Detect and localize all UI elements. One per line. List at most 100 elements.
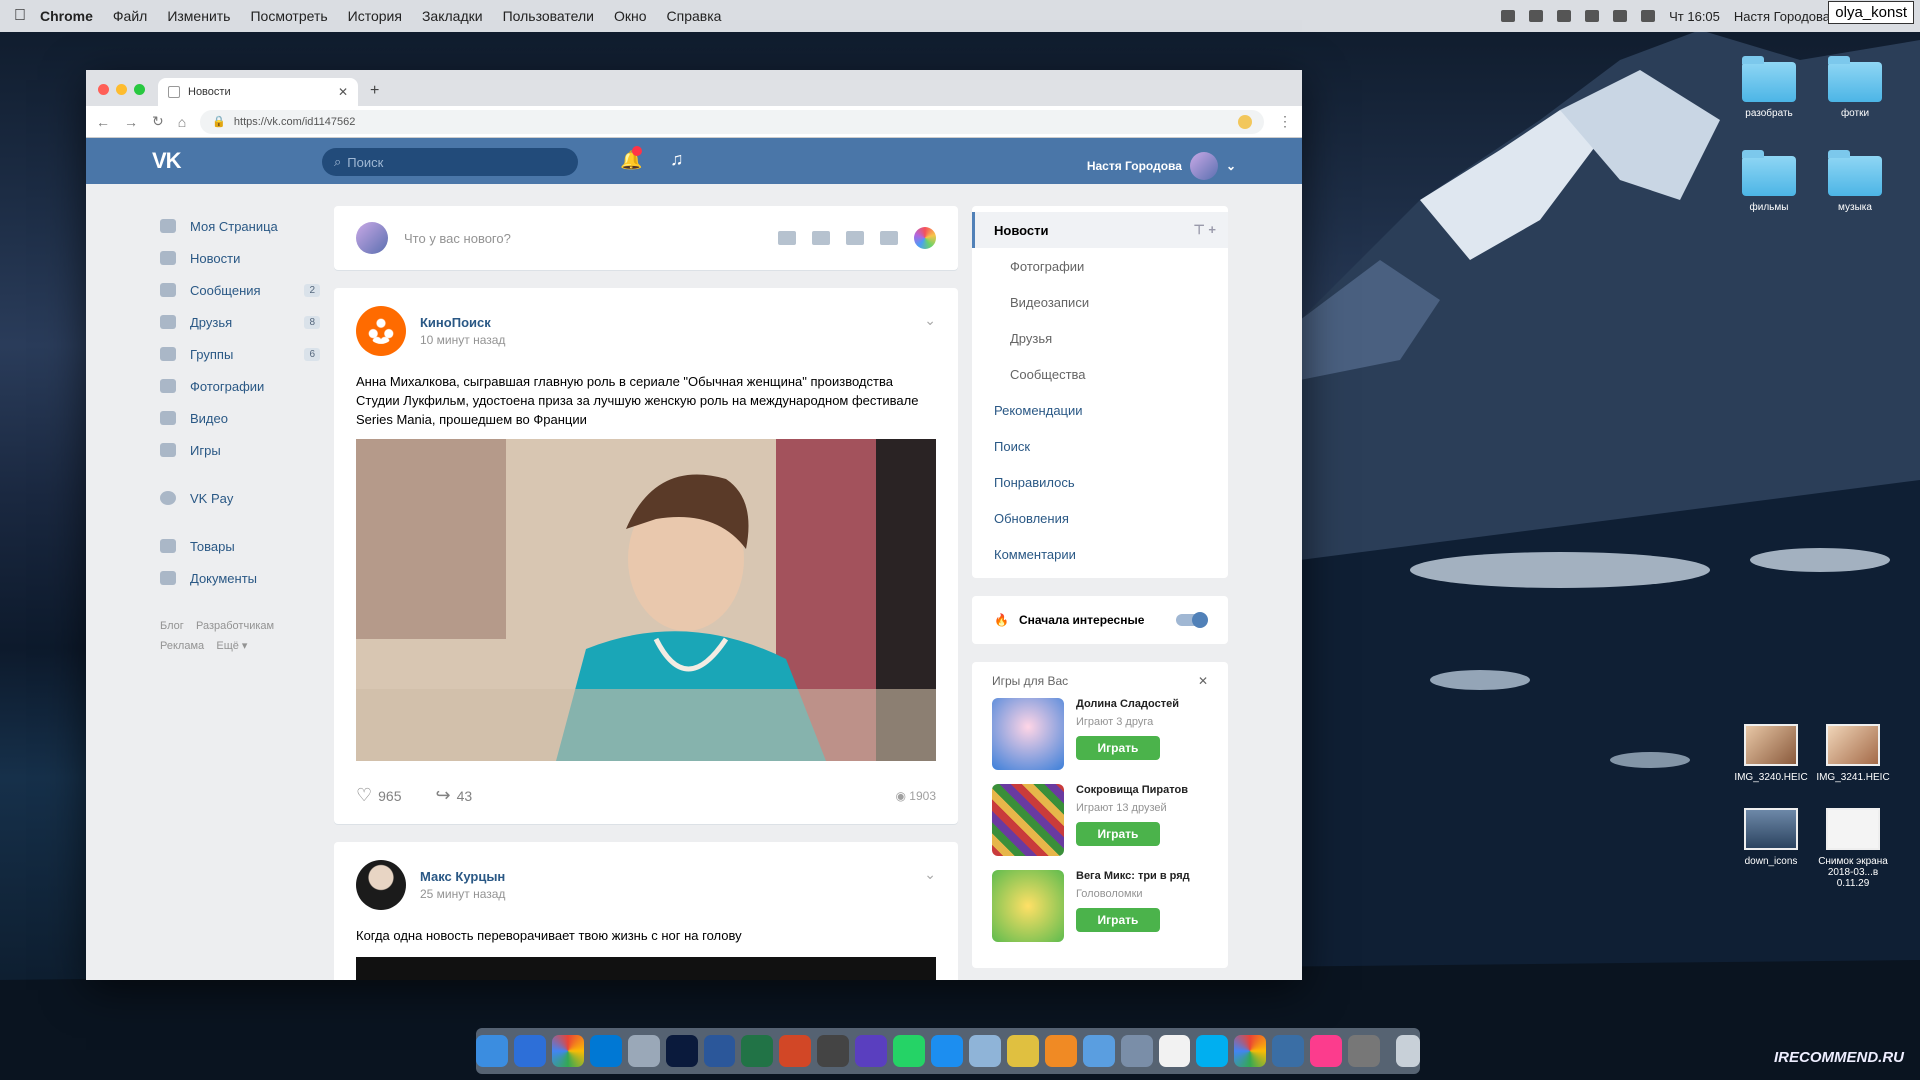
feed-filter-updates[interactable]: Обновления xyxy=(972,500,1228,536)
preview-icon[interactable] xyxy=(627,1035,660,1067)
footer-link-ads[interactable]: Реклама xyxy=(160,640,204,652)
music-icon[interactable]: ♫ xyxy=(670,149,684,170)
skype-status-icon[interactable] xyxy=(1501,10,1516,22)
game-name[interactable]: Долина Сладостей xyxy=(1076,698,1179,710)
back-icon[interactable]: ← xyxy=(96,114,110,130)
game-thumbnail[interactable] xyxy=(992,870,1064,942)
sidebar-item-photos[interactable]: Фотографии xyxy=(160,370,320,402)
textedit-icon[interactable] xyxy=(1158,1035,1191,1067)
notes-app-icon[interactable] xyxy=(1006,1035,1039,1067)
forward-icon[interactable]: → xyxy=(124,114,138,130)
feed-filter-friends[interactable]: Друзья xyxy=(972,320,1228,356)
safari-icon[interactable] xyxy=(513,1035,546,1067)
sidebar-item-news[interactable]: Новости xyxy=(160,242,320,274)
launchpad-icon[interactable] xyxy=(855,1035,888,1067)
footer-link-dev[interactable]: Разработчикам xyxy=(196,620,274,632)
extension-icon[interactable] xyxy=(1238,114,1252,129)
game-thumbnail[interactable] xyxy=(992,784,1064,856)
browser-tab[interactable]: Новости ✕ xyxy=(158,78,358,106)
desktop-file[interactable]: down_icons xyxy=(1730,808,1812,867)
sidebar-item-goods[interactable]: Товары xyxy=(160,530,320,562)
kinopoisk-avatar[interactable] xyxy=(356,306,406,356)
ibooks-icon[interactable] xyxy=(1044,1035,1077,1067)
skype-icon[interactable] xyxy=(589,1035,622,1067)
chevron-down-icon[interactable]: ⌄ xyxy=(924,312,936,329)
chrome-alt-icon[interactable] xyxy=(1234,1035,1267,1067)
interesting-first-toggle[interactable] xyxy=(1176,612,1208,628)
game-name[interactable]: Вега Микс: три в ряд xyxy=(1076,870,1190,882)
footer-link-blog[interactable]: Блог xyxy=(160,620,184,632)
desktop-file[interactable]: IMG_3241.HEIC xyxy=(1812,724,1894,783)
video-icon[interactable] xyxy=(812,231,830,245)
photos-app-icon[interactable] xyxy=(968,1035,1001,1067)
itunes-icon[interactable] xyxy=(1310,1035,1343,1067)
desktop-folder[interactable]: фильмы xyxy=(1728,150,1810,213)
color-palette-icon[interactable] xyxy=(914,227,936,249)
desktop-file[interactable]: Снимок экрана 2018-03...в 0.11.29 xyxy=(1812,808,1894,889)
desktop-folder[interactable]: фотки xyxy=(1814,56,1896,119)
skype-alt-icon[interactable] xyxy=(1196,1035,1229,1067)
menu-file[interactable]: Файл xyxy=(113,8,147,24)
post-author[interactable]: КиноПоиск xyxy=(420,315,505,330)
feed-filter-news[interactable]: Новости ⊤ + xyxy=(972,212,1228,248)
play-button[interactable]: Играть xyxy=(1076,736,1160,760)
reload-icon[interactable]: ↻ xyxy=(152,113,164,130)
flag-icon[interactable] xyxy=(1641,10,1656,22)
wifi-icon[interactable] xyxy=(1557,10,1572,22)
bluetooth-icon[interactable] xyxy=(1529,10,1544,22)
trash-icon[interactable] xyxy=(1396,1035,1421,1067)
menu-bookmarks[interactable]: Закладки xyxy=(422,8,483,24)
appstore-icon[interactable] xyxy=(931,1035,963,1067)
composer-placeholder[interactable]: Что у вас нового? xyxy=(404,231,762,246)
photoshop-icon[interactable] xyxy=(665,1035,698,1067)
battery-icon[interactable] xyxy=(1613,10,1628,22)
sidebar-item-games[interactable]: Игры xyxy=(160,434,320,466)
messages-app-icon[interactable] xyxy=(1082,1035,1115,1067)
play-button[interactable]: Играть xyxy=(1076,908,1160,932)
word-icon[interactable] xyxy=(703,1035,736,1067)
vk-search-input[interactable]: ⌕ Поиск xyxy=(322,148,578,176)
menu-dots-icon[interactable]: ⋮ xyxy=(1278,113,1292,130)
menu-window[interactable]: Окно xyxy=(614,8,647,24)
post-photo[interactable] xyxy=(356,439,936,761)
powerpoint-icon[interactable] xyxy=(779,1035,812,1067)
excel-icon[interactable] xyxy=(741,1035,774,1067)
menu-history[interactable]: История xyxy=(348,8,402,24)
post-composer[interactable]: Что у вас нового? xyxy=(334,206,958,270)
avatar[interactable] xyxy=(356,860,406,910)
volume-icon[interactable] xyxy=(1585,10,1600,22)
like-button[interactable]: ♡ 965 xyxy=(356,785,402,806)
share-button[interactable]: ↪ 43 xyxy=(436,785,473,806)
footer-link-more[interactable]: Ещё ▾ xyxy=(216,640,247,652)
menu-app[interactable]: Chrome xyxy=(40,8,93,24)
sidebar-item-video[interactable]: Видео xyxy=(160,402,320,434)
desktop-folder[interactable]: музыка xyxy=(1814,150,1896,213)
vk-logo-icon[interactable]: VK xyxy=(152,148,182,174)
feed-filter-recommendations[interactable]: Рекомендации xyxy=(972,392,1228,428)
whatsapp-icon[interactable] xyxy=(893,1035,926,1067)
menu-users[interactable]: Пользователи xyxy=(503,8,594,24)
feed-filter-search[interactable]: Поиск xyxy=(972,428,1228,464)
post-media-preview[interactable] xyxy=(356,957,936,980)
menubar-clock[interactable]: Чт 16:05 xyxy=(1669,9,1720,24)
list-icon[interactable] xyxy=(880,231,898,245)
apple-icon[interactable]:  xyxy=(0,7,40,25)
sidebar-item-groups[interactable]: Группы 6 xyxy=(160,338,320,370)
sidebar-item-my-page[interactable]: Моя Страница xyxy=(160,210,320,242)
sidebar-item-friends[interactable]: Друзья 8 xyxy=(160,306,320,338)
post-time[interactable]: 10 минут назад xyxy=(420,333,505,347)
feed-filter-comments[interactable]: Комментарии xyxy=(972,536,1228,572)
menu-view[interactable]: Посмотреть xyxy=(250,8,327,24)
imovie-icon[interactable] xyxy=(817,1035,850,1067)
desktop-file[interactable]: IMG_3240.HEIC xyxy=(1730,724,1812,783)
chrome-icon[interactable] xyxy=(551,1035,584,1067)
music-note-icon[interactable] xyxy=(846,231,864,245)
new-tab-button[interactable]: + xyxy=(370,82,379,100)
camera-icon[interactable] xyxy=(778,231,796,245)
url-field[interactable]: 🔒 https://vk.com/id1147562 xyxy=(200,109,1264,134)
home-icon[interactable]: ⌂ xyxy=(178,114,186,130)
feed-filter-liked[interactable]: Понравилось xyxy=(972,464,1228,500)
post-author[interactable]: Макс Курцын xyxy=(420,869,505,884)
feed-filter-photos[interactable]: Фотографии xyxy=(972,248,1228,284)
close-tab-icon[interactable]: ✕ xyxy=(338,85,348,99)
